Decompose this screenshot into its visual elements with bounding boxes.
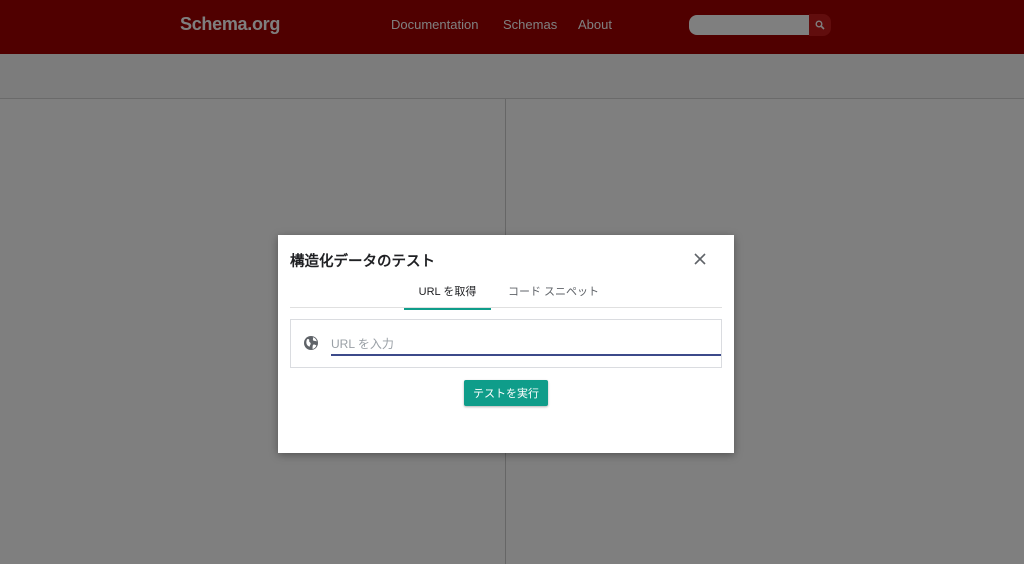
structured-data-test-dialog: 構造化データのテスト URL を取得 コード スニペット テストを実行: [278, 235, 734, 453]
tab-code-snippet[interactable]: コード スニペット: [508, 283, 599, 307]
globe-icon: [304, 336, 318, 350]
close-dialog-button[interactable]: [690, 249, 710, 269]
url-entry-panel: [290, 319, 722, 368]
dialog-title: 構造化データのテスト: [290, 254, 435, 270]
tab-fetch-url[interactable]: URL を取得: [404, 283, 491, 310]
run-test-button[interactable]: テストを実行: [464, 380, 548, 406]
url-input[interactable]: [331, 334, 721, 356]
close-icon: [694, 253, 706, 265]
input-mode-tabs: URL を取得 コード スニペット: [290, 279, 722, 310]
